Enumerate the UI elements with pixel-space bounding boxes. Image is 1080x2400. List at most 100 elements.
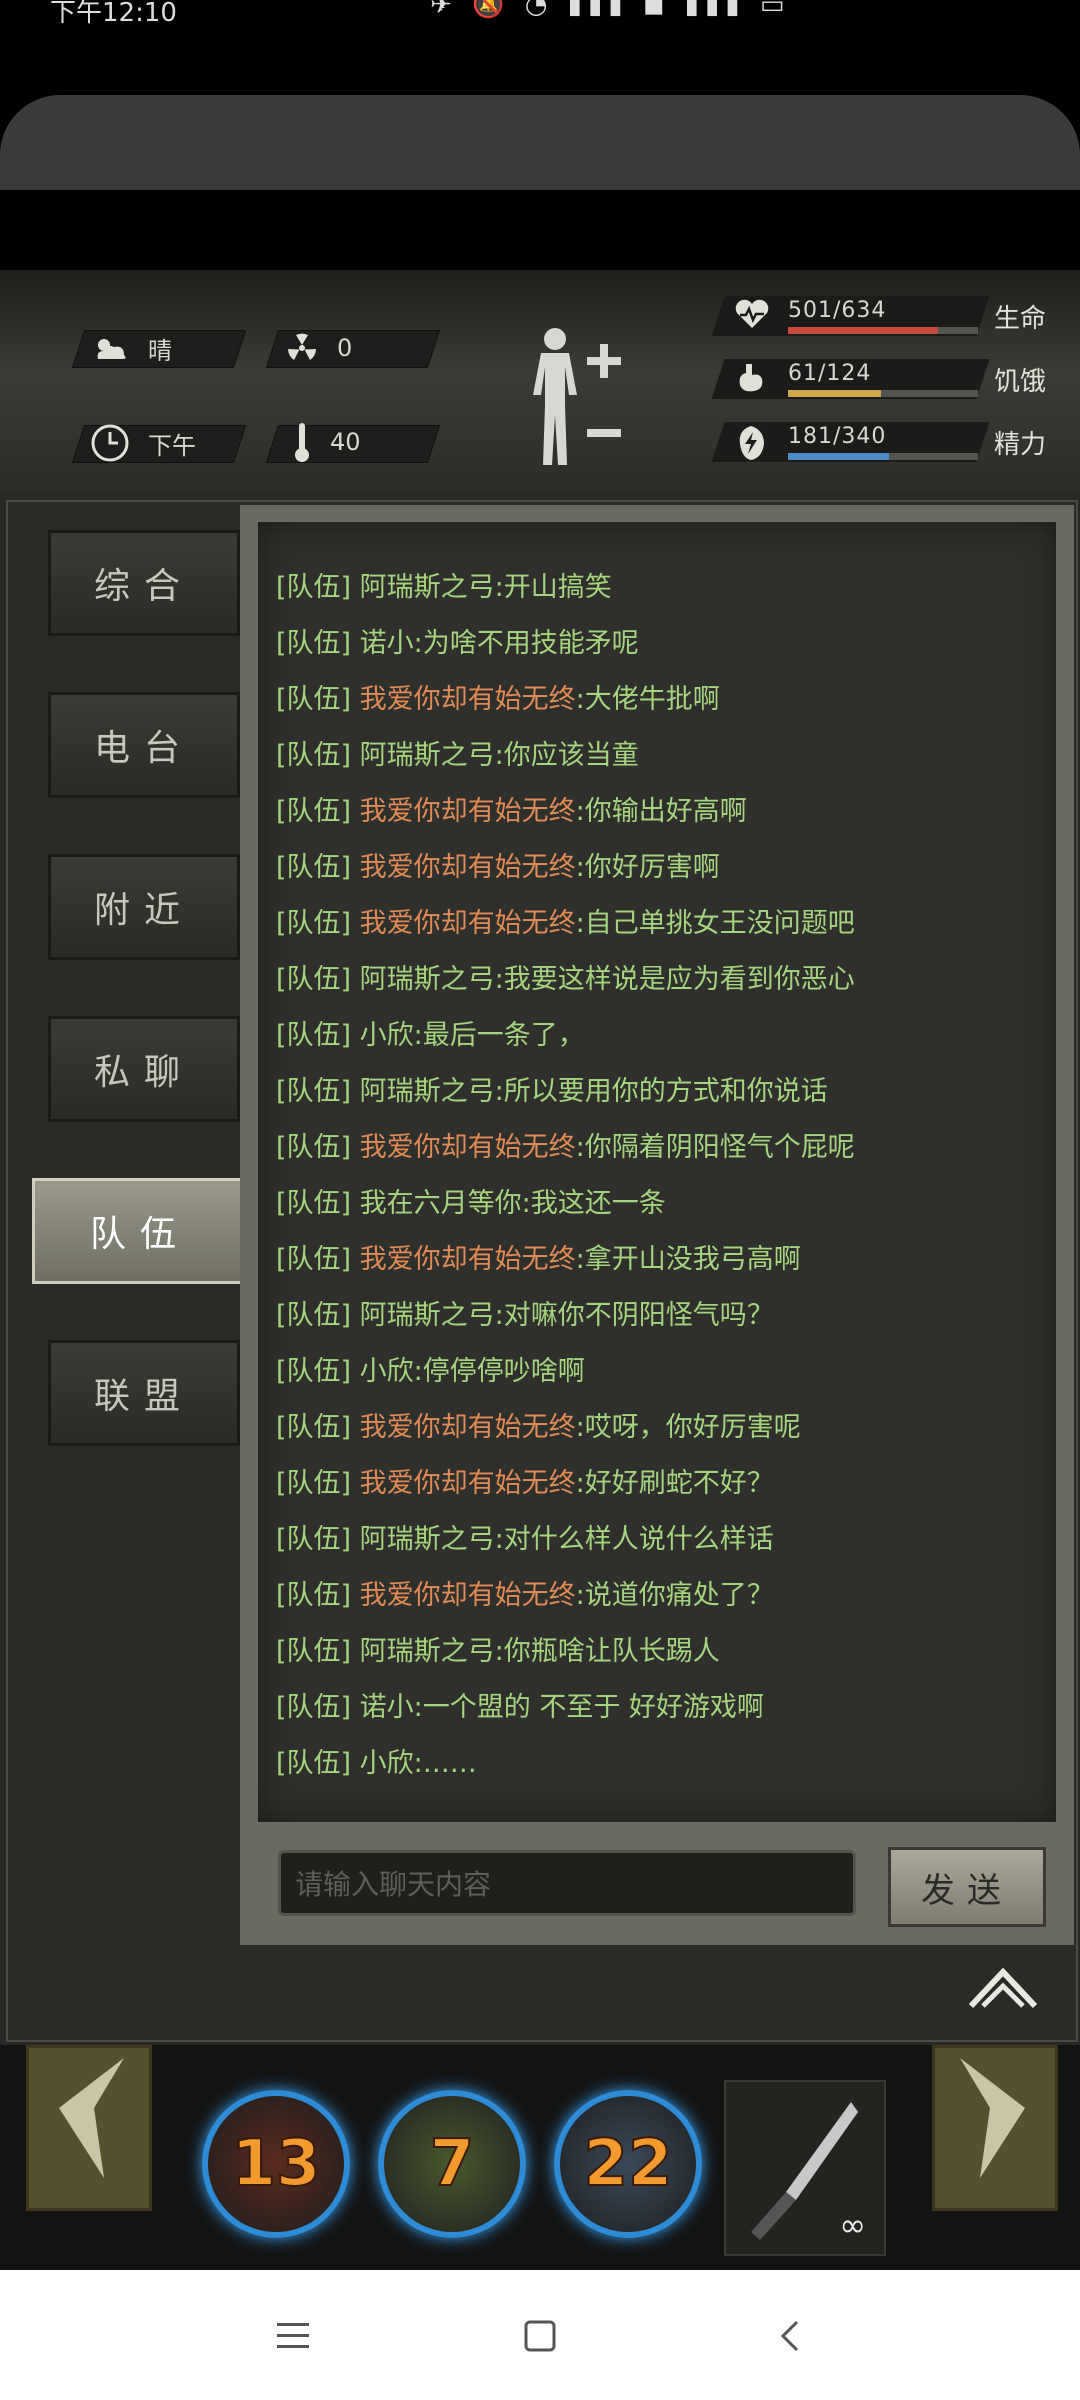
hunger-label: 饥饿 [994,367,1047,397]
chat-message: [队伍] 阿瑞斯之弓:所以要用你的方式和你说话 [276,1069,828,1108]
hunger-bar [788,390,978,397]
tab-nearby[interactable]: 附近 [48,854,240,960]
channel-prefix: [队伍] [276,908,352,939]
message-text: :…… [413,1748,477,1779]
health-bar [788,327,978,334]
message-sender[interactable]: 阿瑞斯之弓 [360,572,495,603]
channel-prefix: [队伍] [276,1524,352,1555]
chat-message: [队伍] 阿瑞斯之弓:你应该当童 [276,733,639,772]
channel-prefix: [队伍] [276,796,352,827]
message-text: :说道你痛处了？ [575,1580,774,1611]
message-text: :你好厉害啊 [575,852,720,883]
radiation-value: 0 [337,334,353,362]
energy-icon [739,426,764,460]
cloud-sun-icon [97,339,126,359]
channel-prefix: [队伍] [276,1076,352,1107]
chat-message: [队伍] 阿瑞斯之弓:开山搞笑 [276,565,612,604]
health-label: 生命 [994,304,1047,334]
stat-row-health: 501/634 生命 [711,292,1068,342]
channel-prefix: [队伍] [276,1244,352,1275]
message-sender[interactable]: 小欣 [360,1356,414,1387]
chat-message: [队伍] 我爱你却有始无终:你输出好高啊 [276,789,747,828]
tab-radio[interactable]: 电台 [48,692,240,798]
chat-message: [队伍] 阿瑞斯之弓:对什么样人说什么样话 [276,1517,774,1556]
message-text: :自己单挑女王没问题吧 [575,908,855,939]
message-sender[interactable]: 我爱你却有始无终 [360,1580,576,1611]
weapon-durability: ∞ [839,2206,866,2244]
message-text: :最后一条了， [413,1020,585,1051]
chat-message: [队伍] 小欣:…… [276,1741,477,1780]
message-sender[interactable]: 我在六月等你 [360,1188,522,1219]
chat-log[interactable] [258,522,1056,1822]
home-icon[interactable] [522,2318,558,2354]
chat-message: [队伍] 我爱你却有始无终:自己单挑女王没问题吧 [276,901,855,940]
weather-indicator: 晴 [90,330,172,366]
channel-prefix: [队伍] [276,1412,352,1443]
chat-input[interactable]: 请输入聊天内容 [278,1850,856,1916]
hunger-value: 61/124 [788,361,872,386]
chat-message: [队伍] 我爱你却有始无终:说道你痛处了？ [276,1573,774,1612]
tab-general[interactable]: 综合 [48,530,240,636]
message-text: :我这还一条 [521,1188,666,1219]
send-button[interactable]: 发送 [888,1847,1046,1927]
collapse-up-icon[interactable] [965,1962,1041,2012]
energy-label: 精力 [994,430,1047,460]
next-page-button[interactable] [932,2045,1058,2211]
message-text: :好好刷蛇不好？ [575,1468,774,1499]
tab-team[interactable]: 队伍 [32,1178,248,1284]
skill-slot-1[interactable]: 13 [202,2090,350,2238]
channel-prefix: [队伍] [276,1356,352,1387]
message-sender[interactable]: 我爱你却有始无终 [360,1468,576,1499]
tab-alliance[interactable]: 联盟 [48,1340,240,1446]
skill-slot-3[interactable]: 22 [554,2090,702,2238]
body-status-icon[interactable] [525,325,625,470]
message-sender[interactable]: 小欣 [360,1748,414,1779]
message-sender[interactable]: 阿瑞斯之弓 [360,1300,495,1331]
channel-prefix: [队伍] [276,964,352,995]
message-sender[interactable]: 我爱你却有始无终 [360,1132,576,1163]
heart-icon [735,299,769,328]
message-text: :大佬牛批啊 [575,684,720,715]
skill-1-count: 13 [230,2126,321,2202]
status-time: 下午12:10 [50,0,177,28]
back-icon[interactable] [775,2318,805,2354]
message-text: :你输出好高啊 [575,796,747,827]
message-sender[interactable]: 我爱你却有始无终 [360,1244,576,1275]
message-sender[interactable]: 阿瑞斯之弓 [360,740,495,771]
prev-page-button[interactable] [26,2045,152,2211]
thermometer-icon [295,423,309,462]
message-sender[interactable]: 小欣 [360,1020,414,1051]
channel-prefix: [队伍] [276,1636,352,1667]
health-value: 501/634 [788,298,887,323]
message-text: :对什么样人说什么样话 [494,1524,774,1555]
message-sender[interactable]: 阿瑞斯之弓 [360,1636,495,1667]
skill-slot-2[interactable]: 7 [378,2090,526,2238]
stomach-icon [739,364,763,392]
channel-prefix: [队伍] [276,852,352,883]
message-text: :开山搞笑 [494,572,612,603]
message-sender[interactable]: 我爱你却有始无终 [360,908,576,939]
skill-3-count: 22 [582,2126,673,2202]
time-of-day: 下午 [148,431,196,460]
chevron-left-icon [59,2058,124,2178]
chat-message: [队伍] 阿瑞斯之弓:你瓶啥让队长踢人 [276,1629,720,1668]
channel-prefix: [队伍] [276,1692,352,1723]
message-sender[interactable]: 诺小 [360,628,414,659]
message-sender[interactable]: 我爱你却有始无终 [360,796,576,827]
tab-private[interactable]: 私聊 [48,1016,240,1122]
message-text: :你隔着阴阳怪气个屁呢 [575,1132,855,1163]
message-sender[interactable]: 阿瑞斯之弓 [360,1076,495,1107]
message-sender[interactable]: 我爱你却有始无终 [360,684,576,715]
message-sender[interactable]: 诺小 [360,1692,414,1723]
message-sender[interactable]: 我爱你却有始无终 [360,852,576,883]
message-sender[interactable]: 阿瑞斯之弓 [360,1524,495,1555]
menu-icon[interactable] [275,2320,311,2352]
chat-message: [队伍] 诺小:一个盟的 不至于 好好游戏啊 [276,1685,764,1724]
message-text: :你瓶啥让队长踢人 [494,1636,720,1667]
chevron-right-icon [960,2058,1025,2178]
channel-prefix: [队伍] [276,684,352,715]
message-sender[interactable]: 阿瑞斯之弓 [360,964,495,995]
weapon-slot[interactable]: ∞ [724,2080,886,2256]
message-sender[interactable]: 我爱你却有始无终 [360,1412,576,1443]
message-text: :停停停吵啥啊 [413,1356,585,1387]
